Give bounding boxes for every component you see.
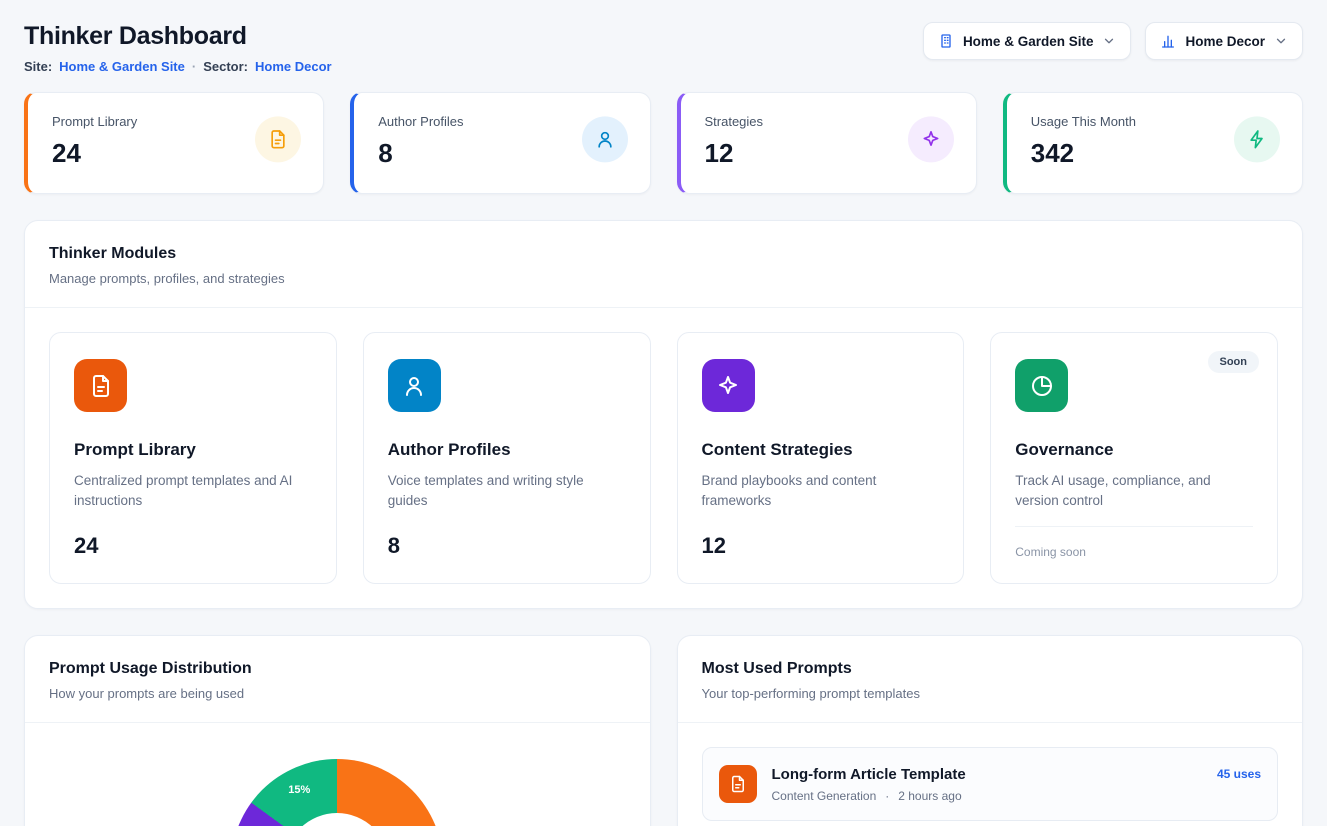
header-selectors: Home & Garden Site Home Decor xyxy=(923,22,1303,60)
dashboard-page: Thinker Dashboard Site: Home & Garden Si… xyxy=(0,0,1327,826)
soon-badge: Soon xyxy=(1208,351,1260,373)
donut-chart: 15% xyxy=(231,759,443,826)
module-title: Author Profiles xyxy=(388,440,626,460)
site-label: Site: xyxy=(24,59,52,74)
site-selector-label: Home & Garden Site xyxy=(963,34,1094,49)
document-icon xyxy=(719,765,757,803)
usage-header: Prompt Usage Distribution How your promp… xyxy=(25,636,650,722)
module-title: Prompt Library xyxy=(74,440,312,460)
most-used-header: Most Used Prompts Your top-performing pr… xyxy=(678,636,1303,722)
prompt-meta: Content Generation · 2 hours ago xyxy=(772,789,1202,803)
title-block: Thinker Dashboard Site: Home & Garden Si… xyxy=(24,22,332,74)
coming-soon-text: Coming soon xyxy=(1015,545,1253,559)
module-count: 8 xyxy=(388,533,626,559)
building-icon xyxy=(938,33,954,49)
stats-row: Prompt Library 24 Author Profiles 8 Stra… xyxy=(24,92,1303,194)
modules-header: Thinker Modules Manage prompts, profiles… xyxy=(25,221,1302,307)
thinker-modules-panel: Thinker Modules Manage prompts, profiles… xyxy=(24,220,1303,609)
module-title: Content Strategies xyxy=(702,440,940,460)
document-icon xyxy=(74,359,127,412)
sector-label: Sector: xyxy=(203,59,248,74)
site-selector-dropdown[interactable]: Home & Garden Site xyxy=(923,22,1132,60)
sparkle-icon xyxy=(702,359,755,412)
document-icon xyxy=(255,116,301,162)
topbar: Thinker Dashboard Site: Home & Garden Si… xyxy=(24,22,1303,74)
chevron-down-icon xyxy=(1102,34,1116,48)
most-used-prompts-panel: Most Used Prompts Your top-performing pr… xyxy=(677,635,1304,826)
user-icon xyxy=(582,116,628,162)
sector-selector-label: Home Decor xyxy=(1185,34,1265,49)
module-card-prompt-library[interactable]: Prompt Library Centralized prompt templa… xyxy=(49,332,337,584)
meta-separator: · xyxy=(192,59,196,74)
module-count: 24 xyxy=(74,533,312,559)
modules-title: Thinker Modules xyxy=(49,245,1278,263)
prompt-text-block: Long-form Article Template Content Gener… xyxy=(772,766,1202,803)
prompt-category: Content Generation xyxy=(772,789,877,803)
divider xyxy=(1015,526,1253,527)
most-used-subtitle: Your top-performing prompt templates xyxy=(702,686,1279,701)
donut-segment-label: 15% xyxy=(288,784,310,796)
module-card-author-profiles[interactable]: Author Profiles Voice templates and writ… xyxy=(363,332,651,584)
usage-distribution-panel: Prompt Usage Distribution How your promp… xyxy=(24,635,651,826)
module-description: Brand playbooks and content frameworks xyxy=(702,471,940,512)
pie-chart-icon xyxy=(1015,359,1068,412)
sector-selector-dropdown[interactable]: Home Decor xyxy=(1145,22,1303,60)
modules-grid: Prompt Library Centralized prompt templa… xyxy=(25,308,1302,608)
uses-badge: 45 uses xyxy=(1217,767,1261,781)
meta-separator: · xyxy=(885,789,889,803)
site-link[interactable]: Home & Garden Site xyxy=(59,59,185,74)
prompt-list: Long-form Article Template Content Gener… xyxy=(678,723,1303,826)
module-card-content-strategies[interactable]: Content Strategies Brand playbooks and c… xyxy=(677,332,965,584)
module-title: Governance xyxy=(1015,440,1253,460)
bottom-row: Prompt Usage Distribution How your promp… xyxy=(24,635,1303,826)
modules-subtitle: Manage prompts, profiles, and strategies xyxy=(49,271,1278,286)
module-description: Track AI usage, compliance, and version … xyxy=(1015,471,1253,512)
stat-card-author-profiles: Author Profiles 8 xyxy=(350,92,650,194)
module-description: Voice templates and writing style guides xyxy=(388,471,626,512)
most-used-title: Most Used Prompts xyxy=(702,660,1279,678)
stat-card-strategies: Strategies 12 xyxy=(677,92,977,194)
breadcrumb: Site: Home & Garden Site · Sector: Home … xyxy=(24,59,332,74)
sparkle-icon xyxy=(908,116,954,162)
module-description: Centralized prompt templates and AI inst… xyxy=(74,471,312,512)
usage-title: Prompt Usage Distribution xyxy=(49,660,626,678)
chart-area: 15% xyxy=(25,723,650,826)
page-title: Thinker Dashboard xyxy=(24,22,332,51)
sector-link[interactable]: Home Decor xyxy=(255,59,332,74)
module-card-governance[interactable]: Soon Governance Track AI usage, complian… xyxy=(990,332,1278,584)
user-icon xyxy=(388,359,441,412)
usage-subtitle: How your prompts are being used xyxy=(49,686,626,701)
bar-chart-icon xyxy=(1160,33,1176,49)
module-count: 12 xyxy=(702,533,940,559)
chevron-down-icon xyxy=(1274,34,1288,48)
bolt-icon xyxy=(1234,116,1280,162)
list-item-prompt[interactable]: Long-form Article Template Content Gener… xyxy=(702,747,1279,821)
stat-card-prompt-library: Prompt Library 24 xyxy=(24,92,324,194)
prompt-time: 2 hours ago xyxy=(898,789,961,803)
stat-card-usage: Usage This Month 342 xyxy=(1003,92,1303,194)
prompt-title: Long-form Article Template xyxy=(772,766,1202,783)
